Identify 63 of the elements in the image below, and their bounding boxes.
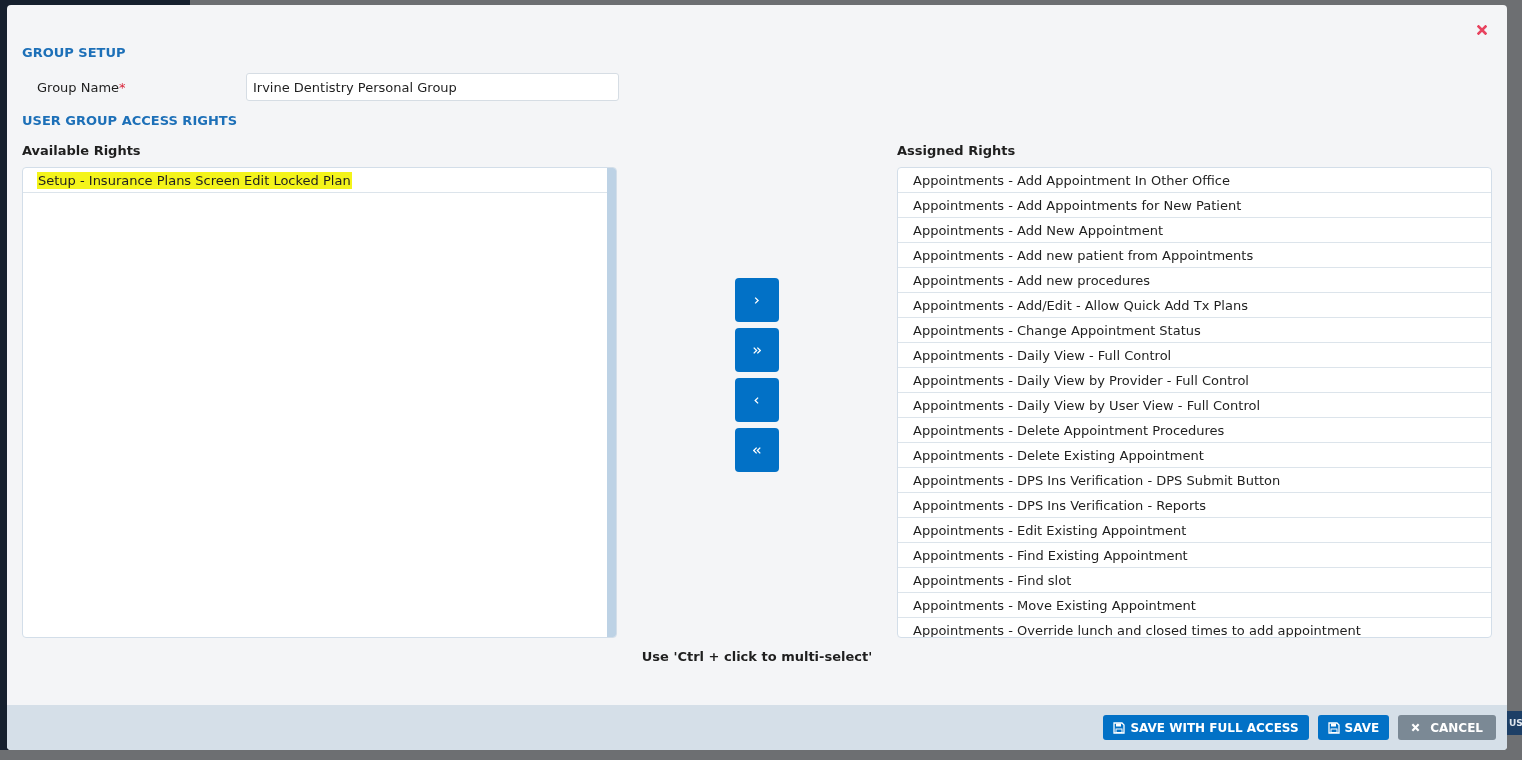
double-chevron-left-icon — [753, 445, 761, 455]
item-label: Appointments - Override lunch and closed times to add appointment — [912, 621, 1362, 637]
required-mark: * — [119, 79, 126, 95]
move-all-left-button[interactable] — [735, 428, 779, 472]
assigned-right-item[interactable]: Appointments - Add Appointment In Other Office — [898, 168, 1491, 193]
item-label: Appointments - DPS Ins Verification - DPS Submit Button — [912, 471, 1282, 489]
assigned-right-item[interactable]: Appointments - Override lunch and closed times to add appointment — [898, 618, 1491, 637]
item-label: Appointments - Edit Existing Appointment — [912, 521, 1188, 539]
assigned-right-item[interactable]: Appointments - Add new patient from Appointments — [898, 243, 1491, 268]
assigned-right-item[interactable]: Appointments - Change Appointment Status — [898, 318, 1491, 343]
scrollbar[interactable] — [607, 168, 616, 637]
close-icon[interactable] — [1477, 25, 1487, 35]
item-label: Appointments - Move Existing Appointment — [912, 596, 1197, 614]
item-label: Setup - Insurance Plans Screen Edit Locked Plan — [37, 171, 352, 189]
assigned-right-item[interactable]: Appointments - Daily View by Provider - Full Control — [898, 368, 1491, 393]
item-label: Appointments - Add Appointment In Other Office — [912, 171, 1231, 189]
item-label: Appointments - Add New Appointment — [912, 221, 1165, 239]
background-panel: US — [1507, 711, 1522, 735]
list-title: Assigned Rights — [897, 143, 1016, 159]
item-label: Appointments - Find Existing Appointment — [912, 546, 1189, 564]
item-label: Appointments - Add new patient from Appointments — [912, 246, 1255, 264]
assigned-right-item[interactable]: Appointments - Daily View by User View - Full Control — [898, 393, 1491, 418]
item-label: Appointments - Change Appointment Status — [912, 321, 1202, 339]
assigned-right-item[interactable]: Appointments - DPS Ins Verification - DPS Submit Button — [898, 468, 1491, 493]
assigned-right-item[interactable]: Appointments - Find slot — [898, 568, 1491, 593]
assigned-right-item[interactable]: Appointments - Move Existing Appointment — [898, 593, 1491, 618]
assigned-right-item[interactable]: Appointments - Edit Existing Appointment — [898, 518, 1491, 543]
cancel-button[interactable]: CANCEL — [1398, 715, 1496, 740]
field-label: Group Name — [37, 79, 120, 95]
list-title: Available Rights — [22, 143, 141, 159]
item-label: Appointments - Daily View - Full Control — [912, 346, 1173, 364]
item-label: Appointments - Daily View by User View - Full Control — [912, 396, 1262, 414]
double-chevron-right-icon — [753, 345, 761, 355]
item-label: Appointments - Daily View by Provider - Full Control — [912, 371, 1250, 389]
assigned-right-item[interactable]: Appointments - Daily View - Full Control — [898, 343, 1491, 368]
move-left-button[interactable] — [735, 378, 779, 422]
item-label: Appointments - Add Appointments for New Patient — [912, 196, 1243, 214]
assigned-right-item[interactable]: Appointments - Add/Edit - Allow Quick Add Tx Plans — [898, 293, 1491, 318]
item-label: Appointments - Find slot — [912, 571, 1073, 589]
item-label: Appointments - Add new procedures — [912, 271, 1152, 289]
assigned-right-item[interactable]: Appointments - DPS Ins Verification - Reports — [898, 493, 1491, 518]
chevron-left-icon — [753, 395, 761, 405]
assigned-right-item[interactable]: Appointments - Delete Appointment Procedures — [898, 418, 1491, 443]
section-title: GROUP SETUP — [22, 45, 126, 61]
hint-text: Use 'Ctrl + click to multi-select' — [641, 649, 873, 665]
save-button[interactable]: SAVE WITH FULL ACCESS — [1103, 715, 1309, 740]
assigned-right-item[interactable]: Appointments - Delete Existing Appointment — [898, 443, 1491, 468]
move-right-button[interactable] — [735, 278, 779, 322]
save-button[interactable]: SAVE — [1317, 715, 1390, 740]
item-label: Appointments - Add/Edit - Allow Quick Add Tx Plans — [912, 296, 1249, 314]
assigned-right-item[interactable]: Appointments - Add new procedures — [898, 268, 1491, 293]
assigned-right-item[interactable]: Appointments - Find Existing Appointment — [898, 543, 1491, 568]
group-name-field[interactable]: Irvine Dentistry Personal Group — [246, 73, 619, 101]
cross-icon — [1411, 723, 1421, 732]
move-all-right-button[interactable] — [735, 328, 779, 372]
item-label: Appointments - DPS Ins Verification - Reports — [912, 496, 1208, 514]
assigned-right-item[interactable]: Appointments - Add New Appointment — [898, 218, 1491, 243]
available-right-item[interactable]: Setup - Insurance Plans Screen Edit Locked Plan — [23, 168, 607, 193]
assigned-right-item[interactable]: Appointments - Add Appointments for New Patient — [898, 193, 1491, 218]
section-title: USER GROUP ACCESS RIGHTS — [22, 113, 237, 129]
chevron-right-icon — [753, 295, 761, 305]
item-label: Appointments - Delete Existing Appointment — [912, 446, 1205, 464]
item-label: Appointments - Delete Appointment Procedures — [912, 421, 1226, 439]
